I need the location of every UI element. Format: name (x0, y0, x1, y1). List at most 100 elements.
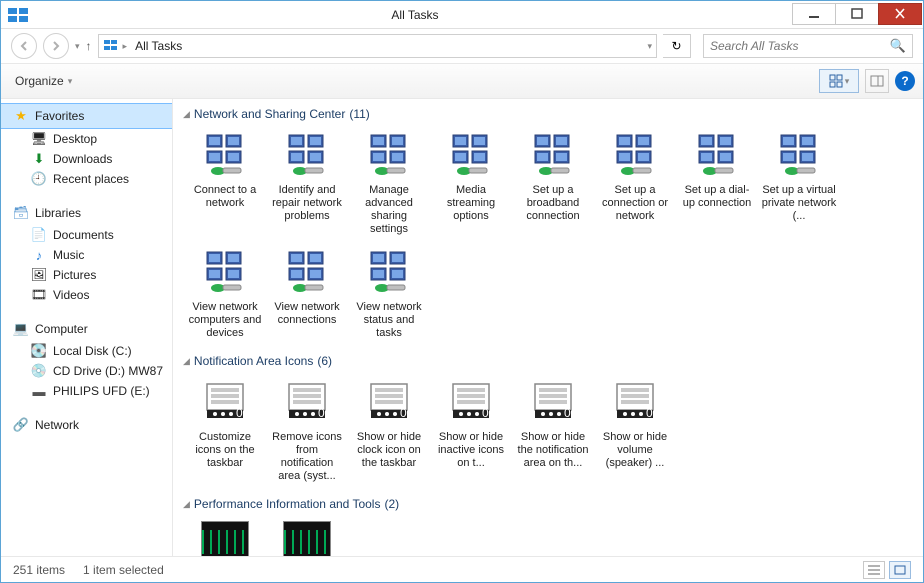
task-item[interactable]: Set up a broadband connection (513, 127, 593, 240)
sidebar-item-usb-drive[interactable]: ▬PHILIPS UFD (E:) (1, 381, 172, 401)
location-icon (103, 38, 119, 54)
network-task-icon (365, 248, 413, 299)
search-input[interactable] (710, 39, 890, 53)
task-label: Manage advanced sharing settings (351, 184, 427, 236)
group-count: (2) (384, 497, 399, 511)
task-item[interactable]: 0:00 Customize icons on the taskbar (185, 374, 265, 487)
group-items: Connect to a networkIdentify and repair … (177, 127, 915, 344)
close-button[interactable] (878, 3, 922, 25)
task-item[interactable]: 0:00Show or hide clock icon on the taskb… (349, 374, 429, 487)
task-label: View network status and tasks (351, 301, 427, 340)
libraries-icon: 🗃 (13, 205, 29, 221)
sidebar-item-videos[interactable]: 🎞Videos (1, 285, 172, 305)
network-task-icon (611, 131, 659, 182)
items-view[interactable]: ◢Network and Sharing Center (11) Connect … (173, 99, 923, 556)
svg-text:0:00: 0:00 (646, 406, 659, 420)
sidebar-computer-header[interactable]: 💻Computer (1, 317, 172, 341)
sidebar-item-documents[interactable]: 📄Documents (1, 225, 172, 245)
breadcrumb-drop[interactable]: ▾ (647, 41, 652, 52)
view-options-button[interactable]: ▾ (819, 69, 859, 93)
task-item[interactable]: Set up a dial-up connection (677, 127, 757, 240)
sidebar-item-pictures[interactable]: 🖼Pictures (1, 265, 172, 285)
group-header[interactable]: ◢Notification Area Icons (6) (183, 354, 915, 368)
recent-icon: 🕘 (31, 171, 47, 187)
task-item[interactable]: Set up a virtual private network (... (759, 127, 839, 240)
group-count: (11) (349, 107, 369, 121)
desktop-icon: 🖥 (31, 131, 47, 147)
task-item[interactable]: View network connections (267, 244, 347, 344)
task-label: Media streaming options (433, 184, 509, 223)
details-view-button[interactable] (863, 561, 885, 579)
sidebar-item-music[interactable]: ♪Music (1, 245, 172, 265)
task-item[interactable]: View network status and tasks (349, 244, 429, 344)
status-selected-count: 1 item selected (83, 563, 164, 577)
group-items: 0:00 Customize icons on the taskbar0:00Re… (177, 374, 915, 487)
task-item[interactable]: Connect to a network (185, 127, 265, 240)
refresh-button[interactable]: ↻ (663, 34, 691, 58)
help-button[interactable]: ? (895, 71, 915, 91)
sidebar-network-header[interactable]: 🔗Network (1, 413, 172, 437)
group-header[interactable]: ◢Network and Sharing Center (11) (183, 107, 915, 121)
sidebar-item-downloads[interactable]: ⬇Downloads (1, 149, 172, 169)
maximize-button[interactable] (835, 3, 879, 25)
documents-icon: 📄 (31, 227, 47, 243)
network-task-icon (201, 248, 249, 299)
organize-button[interactable]: Organize ▾ (9, 71, 78, 91)
task-item[interactable]: 0:00Show or hide volume (speaker) ... (595, 374, 675, 487)
network-task-icon (693, 131, 741, 182)
breadcrumb-item[interactable]: All Tasks (131, 37, 186, 55)
collapse-icon: ◢ (183, 499, 190, 510)
status-bar: 251 items 1 item selected (1, 556, 923, 582)
sidebar-item-local-disk[interactable]: 💽Local Disk (C:) (1, 341, 172, 361)
svg-text:0:00: 0:00 (236, 406, 249, 420)
up-button[interactable]: ↑ (86, 39, 92, 53)
network-task-icon (529, 131, 577, 182)
main-area: ★ Favorites 🖥Desktop ⬇Downloads 🕘Recent … (1, 99, 923, 556)
task-label: Show or hide clock icon on the taskbar (351, 431, 427, 470)
search-box[interactable]: 🔍 (703, 34, 913, 58)
command-bar: Organize ▾ ▾ ? (1, 63, 923, 99)
organize-label: Organize (15, 74, 64, 88)
sidebar-libraries-header[interactable]: 🗃Libraries (1, 201, 172, 225)
group-header[interactable]: ◢Performance Information and Tools (2) (183, 497, 915, 511)
task-item[interactable]: Media streaming options (431, 127, 511, 240)
task-label: Set up a broadband connection (515, 184, 591, 223)
task-label: Identify and repair network problems (269, 184, 345, 223)
task-item[interactable] (185, 517, 265, 556)
task-item[interactable]: View network computers and devices (185, 244, 265, 344)
chevron-right-icon: ▸ (123, 41, 128, 52)
task-label: Set up a dial-up connection (679, 184, 755, 210)
notification-task-icon: 0:00 (365, 378, 413, 429)
task-item[interactable] (267, 517, 347, 556)
pictures-icon: 🖼 (31, 267, 47, 283)
task-label: View network computers and devices (187, 301, 263, 340)
task-item[interactable]: 0:00Remove icons from notification area … (267, 374, 347, 487)
task-label: View network connections (269, 301, 345, 327)
videos-icon: 🎞 (31, 287, 47, 303)
preview-pane-button[interactable] (865, 69, 889, 93)
task-item[interactable]: Identify and repair network problems (267, 127, 347, 240)
cd-icon: 💿 (31, 363, 47, 379)
sidebar-favorites-header[interactable]: ★ Favorites (1, 103, 172, 129)
task-label: Customize icons on the taskbar (187, 431, 263, 470)
performance-icon (201, 521, 249, 556)
network-task-icon (283, 131, 331, 182)
minimize-button[interactable] (792, 3, 836, 25)
task-label: Show or hide the notification area on th… (515, 431, 591, 470)
icons-view-button[interactable] (889, 561, 911, 579)
task-label: Set up a connection or network (597, 184, 673, 223)
task-item[interactable]: 0:00Show or hide inactive icons on t... (431, 374, 511, 487)
task-item[interactable]: Manage advanced sharing settings (349, 127, 429, 240)
sidebar-item-desktop[interactable]: 🖥Desktop (1, 129, 172, 149)
back-button[interactable] (11, 33, 37, 59)
navigation-bar: ▾ ↑ ▸ All Tasks ▾ ↻ 🔍 (1, 29, 923, 63)
breadcrumb[interactable]: ▸ All Tasks ▾ (98, 34, 657, 58)
history-dropdown[interactable]: ▾ (75, 41, 80, 52)
window-title: All Tasks (37, 8, 793, 22)
usb-icon: ▬ (31, 383, 47, 399)
task-item[interactable]: 0:00Show or hide the notification area o… (513, 374, 593, 487)
forward-button[interactable] (43, 33, 69, 59)
sidebar-item-recent[interactable]: 🕘Recent places (1, 169, 172, 189)
task-item[interactable]: Set up a connection or network (595, 127, 675, 240)
sidebar-item-cd-drive[interactable]: 💿CD Drive (D:) MW87 (1, 361, 172, 381)
